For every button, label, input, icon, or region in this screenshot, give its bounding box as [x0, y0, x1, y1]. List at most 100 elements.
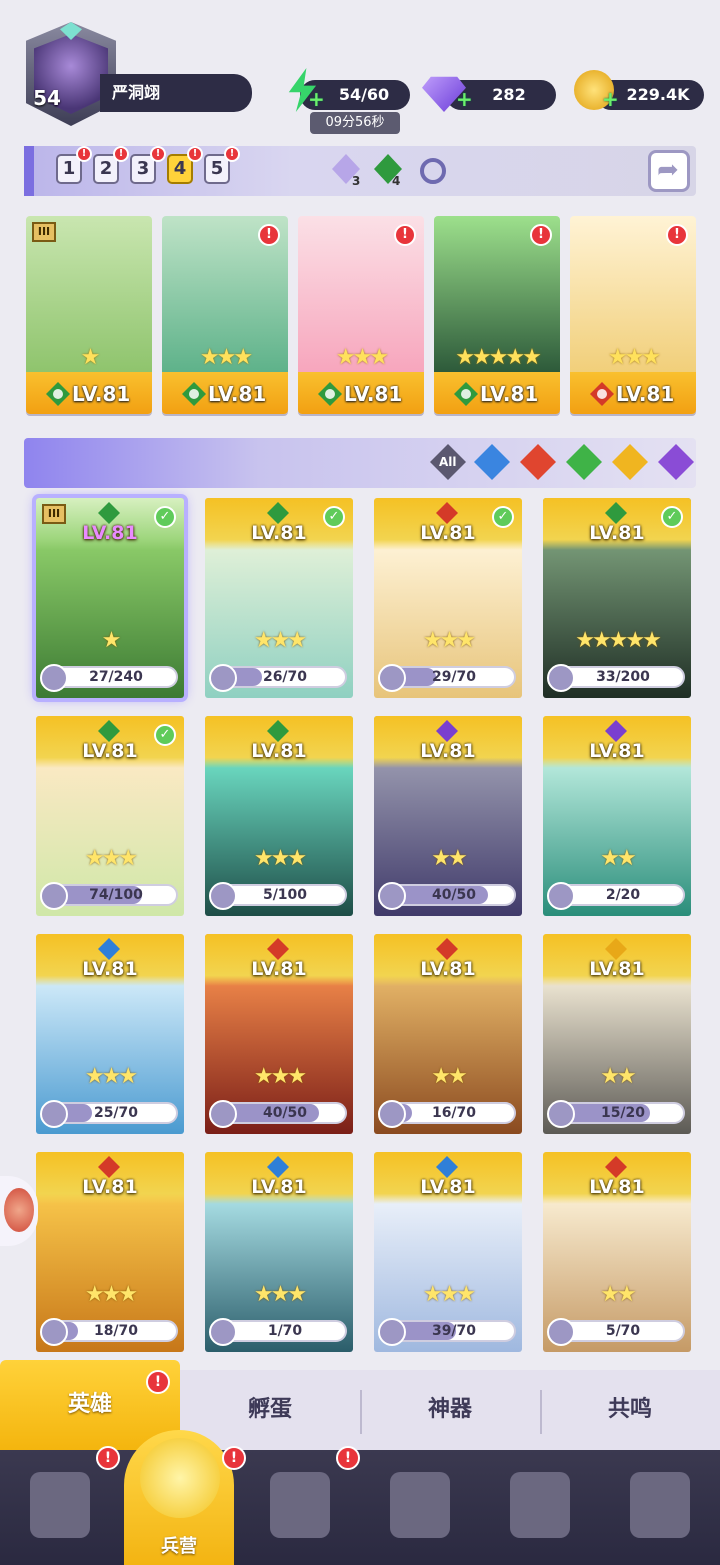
coin-plus-icon[interactable]: + — [602, 89, 620, 109]
shard-icon — [378, 1318, 406, 1346]
team-slot[interactable]: LV.81 ★★★★★! — [434, 216, 560, 414]
nav-mushroom-icon — [510, 1472, 570, 1538]
hero-card[interactable]: LV.81 ★★ 5/70 — [543, 1152, 691, 1352]
top-bar: 54 严洞翊 54/60 + 09分56秒 282 + 229.4K + — [0, 0, 720, 140]
gem-plus-icon[interactable]: + — [456, 89, 474, 109]
team-slot[interactable]: LV.81 ★ III — [26, 216, 152, 414]
hero-card[interactable]: LV.81 ★★ 16/70 — [374, 934, 522, 1134]
hero-card[interactable]: LV.81 ★★ 2/20 — [543, 716, 691, 916]
hero-level: LV.81 — [420, 1176, 476, 1198]
slot-alert-badge: ! — [530, 224, 552, 246]
team-slot[interactable]: LV.81 ★★★! — [162, 216, 288, 414]
energy-timer: 09分56秒 — [310, 112, 400, 134]
slot-level-text: LV.81 — [72, 382, 131, 406]
hero-card[interactable]: LV.81 ✓ ★★★ 29/70 — [374, 498, 522, 698]
shard-progress: 2/20 — [547, 882, 685, 910]
energy-plus-icon[interactable]: + — [308, 89, 326, 109]
floating-helper-avatar[interactable] — [0, 1176, 38, 1246]
shard-icon — [40, 664, 68, 692]
nav-book-button[interactable]: ! — [250, 1446, 360, 1560]
team-tab-alert-badge: ! — [187, 146, 203, 162]
star-rating: ★★★ — [422, 1282, 476, 1307]
tab-alert-badge: ! — [146, 1370, 170, 1394]
star-rating: ★★★ — [199, 345, 253, 370]
hero-level: LV.81 — [82, 958, 138, 980]
tab-divider — [540, 1390, 542, 1434]
shard-progress: 18/70 — [40, 1318, 178, 1346]
slot-alert-badge: ! — [666, 224, 688, 246]
team-tab-alert-badge: ! — [150, 146, 166, 162]
green-counter-value: 4 — [392, 174, 401, 188]
shard-progress: 1/70 — [209, 1318, 347, 1346]
star-rating: ★★ — [431, 846, 467, 871]
nav-banner-icon — [630, 1472, 690, 1538]
star-rating: ★★★ — [253, 846, 307, 871]
shard-progress: 26/70 — [209, 664, 347, 692]
hero-level: LV.81 — [420, 958, 476, 980]
tier-badge: III — [42, 504, 66, 524]
shard-icon — [378, 1100, 406, 1128]
star-rating: ★★★★★ — [455, 345, 542, 370]
nav-mushroom-button[interactable] — [490, 1460, 590, 1560]
hero-card[interactable]: LV.81 ★★★ 25/70 — [36, 934, 184, 1134]
hero-card[interactable]: LV.81 ✓ III ★ 27/240 — [32, 494, 188, 702]
hero-card[interactable]: LV.81 ✓ ★★★★★ 33/200 — [543, 498, 691, 698]
nav-castle-button[interactable] — [370, 1460, 470, 1560]
shard-icon — [209, 1100, 237, 1128]
star-rating: ★★★ — [84, 1282, 138, 1307]
shard-progress: 29/70 — [378, 664, 516, 692]
shard-icon — [209, 664, 237, 692]
hero-card[interactable]: LV.81 ★★★ 39/70 — [374, 1152, 522, 1352]
star-rating: ★★ — [600, 1064, 636, 1089]
hero-card[interactable]: LV.81 ★★ 40/50 — [374, 716, 522, 916]
team-slot[interactable]: LV.81 ★★★! — [570, 216, 696, 414]
tab-artifacts[interactable]: 神器 — [360, 1370, 540, 1450]
shard-progress: 15/20 — [547, 1100, 685, 1128]
team-tab-alert-badge: ! — [76, 146, 92, 162]
hero-level: LV.81 — [589, 958, 645, 980]
nav-book-icon — [270, 1472, 330, 1538]
shard-progress: 39/70 — [378, 1318, 516, 1346]
shard-icon — [209, 882, 237, 910]
tab-resonance[interactable]: 共鸣 — [540, 1370, 720, 1450]
in-team-check-icon: ✓ — [492, 506, 514, 528]
in-team-check-icon: ✓ — [154, 724, 176, 746]
team-slot[interactable]: LV.81 ★★★! — [298, 216, 424, 414]
purple-counter-value: 3 — [352, 174, 361, 188]
star-rating: ★★★ — [335, 345, 389, 370]
energy-value: 54/60 — [338, 85, 390, 104]
hero-card[interactable]: LV.81 ★★★ 18/70 — [36, 1152, 184, 1352]
hero-level: LV.81 — [420, 740, 476, 762]
nav-banner-button[interactable] — [610, 1460, 710, 1560]
nav-cards-button[interactable]: ! — [10, 1446, 120, 1560]
hero-level: LV.81 — [251, 958, 307, 980]
nav-cards-icon — [30, 1472, 90, 1538]
shard-progress: 25/70 — [40, 1100, 178, 1128]
nav-alert-badge: ! — [96, 1446, 120, 1470]
nav-alert-badge: ! — [336, 1446, 360, 1470]
in-team-check-icon: ✓ — [154, 506, 176, 528]
star-rating: ★★★ — [84, 1064, 138, 1089]
hero-card[interactable]: LV.81 ★★ 15/20 — [543, 934, 691, 1134]
slot-level-text: LV.81 — [480, 382, 539, 406]
hero-card[interactable]: LV.81 ✓ ★★★ 26/70 — [205, 498, 353, 698]
hero-level: LV.81 — [251, 1176, 307, 1198]
shard-progress: 33/200 — [547, 664, 685, 692]
hero-card[interactable]: LV.81 ✓ ★★★ 74/100 — [36, 716, 184, 916]
hero-card[interactable]: LV.81 ★★★ 5/100 — [205, 716, 353, 916]
star-rating: ★★★ — [253, 1064, 307, 1089]
share-icon[interactable] — [648, 150, 690, 192]
shard-icon — [378, 882, 406, 910]
nav-barracks-icon — [140, 1438, 220, 1518]
shard-icon — [40, 1318, 68, 1346]
hero-card[interactable]: LV.81 ★★★ 40/50 — [205, 934, 353, 1134]
hero-level: LV.81 — [589, 1176, 645, 1198]
search-icon[interactable] — [420, 158, 446, 184]
shard-progress: 5/70 — [547, 1318, 685, 1346]
hero-card[interactable]: LV.81 ★★★ 1/70 — [205, 1152, 353, 1352]
slot-level-text: LV.81 — [344, 382, 403, 406]
hero-level: LV.81 — [82, 1176, 138, 1198]
shard-progress: 5/100 — [209, 882, 347, 910]
star-rating: ★★ — [431, 1064, 467, 1089]
star-rating: ★★★ — [253, 628, 307, 653]
